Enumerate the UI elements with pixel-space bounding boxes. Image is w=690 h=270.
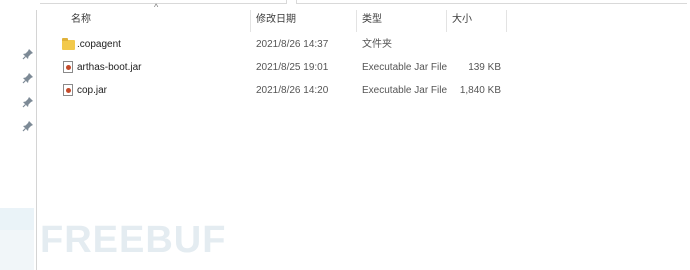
watermark-logo-block — [0, 230, 34, 270]
file-name: .copagent — [77, 39, 121, 50]
address-bar-edge — [0, 0, 690, 4]
file-row-copagent[interactable]: .copagent 2021/8/26 14:37 文件夹 — [37, 33, 687, 56]
column-divider[interactable] — [356, 10, 357, 32]
pin-icon[interactable] — [22, 48, 34, 60]
pin-icon[interactable] — [22, 120, 34, 132]
column-header-type[interactable]: 类型 — [362, 8, 382, 32]
column-divider[interactable] — [250, 10, 251, 32]
watermark-logo-block — [0, 208, 34, 230]
watermark: FREEBUF — [0, 208, 225, 270]
file-date: 2021/8/26 14:37 — [256, 39, 329, 50]
file-list: .copagent 2021/8/26 14:37 文件夹 arthas-boo… — [37, 33, 687, 102]
column-header-date[interactable]: 修改日期 — [256, 8, 296, 32]
sort-ascending-icon: ^ — [154, 2, 159, 12]
address-bar[interactable] — [40, 0, 287, 4]
file-type: Executable Jar File — [362, 62, 448, 73]
file-row-arthas-boot[interactable]: arthas-boot.jar 2021/8/25 19:01 Executab… — [37, 56, 687, 79]
column-divider[interactable] — [506, 10, 507, 32]
file-type: Executable Jar File — [362, 85, 448, 96]
column-header-name[interactable]: 名称 — [71, 8, 91, 32]
watermark-text: FREEBUF — [40, 219, 227, 261]
column-header-row: ^ 名称 修改日期 类型 大小 — [37, 2, 687, 32]
pin-icon[interactable] — [22, 72, 34, 84]
file-date: 2021/8/26 14:20 — [256, 85, 329, 96]
file-size: 139 KB — [468, 62, 501, 73]
file-name: arthas-boot.jar — [77, 62, 142, 73]
column-header-size[interactable]: 大小 — [452, 8, 472, 32]
file-name: cop.jar — [77, 85, 108, 96]
search-box[interactable] — [296, 0, 687, 4]
file-row-cop[interactable]: cop.jar 2021/8/26 14:20 Executable Jar F… — [37, 79, 687, 102]
file-size: 1,840 KB — [459, 85, 501, 96]
column-divider[interactable] — [446, 10, 447, 32]
pin-icon[interactable] — [22, 96, 34, 108]
file-date: 2021/8/25 19:01 — [256, 62, 329, 73]
file-type: 文件夹 — [362, 39, 392, 50]
